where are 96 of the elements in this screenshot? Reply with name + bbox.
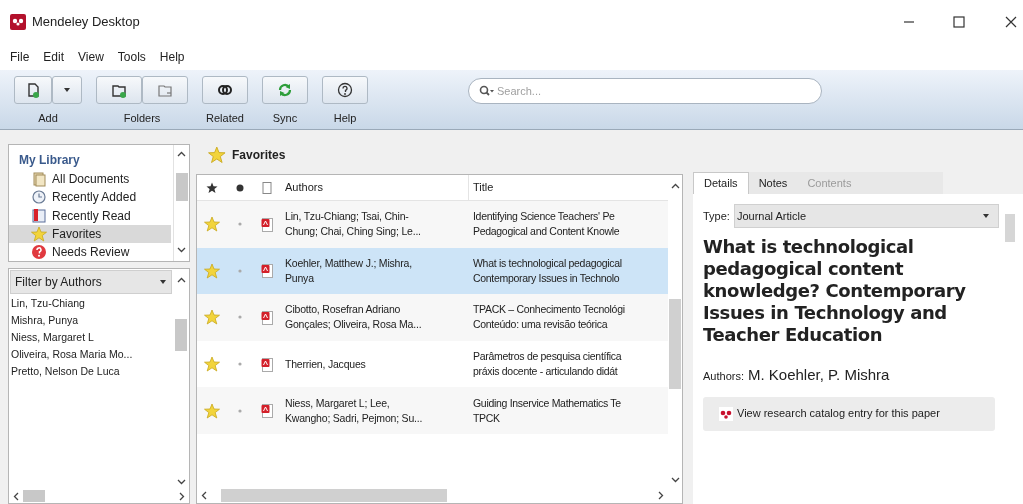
pdf-icon xyxy=(261,356,273,372)
sidebar-item[interactable]: Recently Added xyxy=(9,188,171,207)
remove-folder-icon xyxy=(157,82,173,98)
toolbar-label: Folders xyxy=(123,111,161,126)
pdf-icon xyxy=(261,263,273,279)
maximize-icon[interactable] xyxy=(953,16,965,28)
toolbar-label: Help xyxy=(333,111,357,126)
star-icon[interactable] xyxy=(204,216,220,233)
scrollbar-thumb[interactable] xyxy=(221,488,447,502)
column-header[interactable]: Title xyxy=(469,179,668,196)
author-filter-item[interactable]: Oliveira, Rosa Maria Mo... xyxy=(9,346,173,363)
scrollbar-thumb[interactable] xyxy=(1005,214,1015,242)
table-row[interactable]: Niess, Margaret L; Lee, Kwangho; Sadri, Pejmon; Su... Guiding Inservice Mathematics Te TPCK xyxy=(197,387,668,434)
field-label: Type: xyxy=(703,208,730,224)
sync-icon xyxy=(277,82,293,98)
sidebar-item[interactable]: Recently Read xyxy=(9,206,171,225)
table-row[interactable]: Lin, Tzu-Chiang; Tsai, Chin- Chung; Chai, Ching Sing; Le... Identifying Science Teachers' Pe Pedagogical and Content Knowle xyxy=(197,201,668,248)
overlapping-circles-icon xyxy=(217,82,233,98)
table-cell-text: Cibotto, Rosefran Adriano Gonçales; Oliveira, Rosa Ma... xyxy=(284,302,423,333)
book-icon xyxy=(31,207,47,224)
table-row[interactable]: Koehler, Matthew J.; Mishra, Punya What is technological pedagogical Contemporary Issues in Technolo xyxy=(197,247,668,295)
table-cell-text: TPACK – Conhecimento Tecnológi Conteúdo: uma revisão teórica xyxy=(472,302,626,333)
tab[interactable]: Details xyxy=(693,172,749,194)
star-icon xyxy=(206,181,218,194)
close-icon[interactable] xyxy=(1005,16,1017,28)
help-button[interactable] xyxy=(322,76,368,104)
star-icon[interactable] xyxy=(204,309,220,326)
dot-icon xyxy=(238,222,242,227)
star-icon[interactable] xyxy=(204,402,220,419)
app-logo-icon xyxy=(719,406,733,421)
table-cell-text: Lin, Tzu-Chiang; Tsai, Chin- Chung; Chai, Ching Sing; Le... xyxy=(284,209,422,240)
toolbar-label: Related xyxy=(206,111,244,126)
field-label: Authors: xyxy=(703,369,744,384)
scrollbar-thumb[interactable] xyxy=(669,299,681,389)
column-header[interactable]: Authors xyxy=(281,175,469,200)
add-button[interactable] xyxy=(14,76,52,104)
table-cell-text: Parâmetros de pesquisa científica práxis docente - articulando didát xyxy=(472,349,623,380)
table-cell-text: Guiding Inservice Mathematics Te TPCK xyxy=(472,395,622,426)
sync-button[interactable] xyxy=(262,76,308,104)
catalog-button[interactable]: View research catalog entry for this paper xyxy=(703,396,995,431)
pdf-icon xyxy=(261,216,273,232)
documents-icon xyxy=(31,171,47,188)
add-folder-button[interactable] xyxy=(96,76,142,104)
search-icon xyxy=(479,85,495,97)
dot-icon xyxy=(238,362,242,367)
dot-icon xyxy=(236,183,244,192)
caret-icon xyxy=(159,278,167,286)
dot-icon xyxy=(238,268,242,273)
author-filter-item[interactable]: Niess, Margaret L xyxy=(9,329,173,346)
menu-item[interactable]: Help xyxy=(159,48,185,66)
table-cell-text: Koehler, Matthew J.; Mishra, Punya xyxy=(284,255,413,286)
filter-dropdown[interactable]: Filter by Authors xyxy=(10,270,172,294)
sidebar-item[interactable]: All Documents xyxy=(9,170,171,189)
toolbar-label: Add xyxy=(38,111,58,126)
star-icon xyxy=(31,225,47,242)
caret-icon xyxy=(63,86,71,94)
sidebar-item[interactable]: Needs Review xyxy=(9,242,171,261)
help-icon xyxy=(337,82,353,98)
window-title: Mendeley Desktop xyxy=(32,13,140,32)
section-title: My Library xyxy=(18,152,81,169)
pdf-icon xyxy=(261,403,273,419)
scrollbar-thumb[interactable] xyxy=(175,319,187,351)
author-filter-item[interactable]: Pretto, Nelson De Luca xyxy=(9,363,173,380)
dot-icon xyxy=(238,315,242,320)
app-logo-icon xyxy=(10,14,26,30)
menu-item[interactable]: View xyxy=(78,48,104,66)
caret-icon xyxy=(982,212,990,220)
table-cell-text: Therrien, Jacques xyxy=(284,356,367,372)
menu-item[interactable]: File xyxy=(10,48,30,66)
list-title: Favorites xyxy=(232,147,286,164)
author-filter-item[interactable]: Lin, Tzu-Chiang xyxy=(9,295,173,312)
sidebar-item[interactable]: Favorites xyxy=(9,224,171,243)
toolbar-label: Sync xyxy=(272,111,298,126)
star-icon xyxy=(208,146,226,164)
authors-text: M. Koehler, P. Mishra xyxy=(747,365,890,385)
menu-item[interactable]: Edit xyxy=(43,48,65,66)
document-title: What is technological pedagogical content knowledge? Contemporary Issues in Technology and Teacher Education xyxy=(703,236,967,346)
star-icon[interactable] xyxy=(204,356,220,373)
pdf-icon xyxy=(261,310,273,325)
scrollbar-thumb[interactable] xyxy=(175,173,188,201)
type-dropdown[interactable]: Journal Article xyxy=(733,204,999,228)
author-filter-item[interactable]: Mishra, Punya xyxy=(9,312,173,329)
scrollbar[interactable] xyxy=(173,145,189,261)
clock-icon xyxy=(31,189,47,206)
dot-icon xyxy=(238,408,242,413)
table-cell-text: Niess, Margaret L; Lee, Kwangho; Sadri, Pejmon; Su... xyxy=(284,395,424,426)
table-cell-text: What is technological pedagogical Contemporary Issues in Technolo xyxy=(472,255,623,286)
table-row[interactable]: Cibotto, Rosefran Adriano Gonçales; Oliveira, Rosa Ma... TPACK – Conhecimento Tecnológi Conteúdo: uma revisão teórica xyxy=(197,294,668,341)
add-document-icon xyxy=(25,82,41,98)
star-icon[interactable] xyxy=(204,262,220,279)
menu-item[interactable]: Tools xyxy=(117,48,146,66)
related-button[interactable] xyxy=(202,76,248,104)
scrollbar-thumb[interactable] xyxy=(23,490,45,502)
table-cell-text: Identifying Science Teachers' Pe Pedagogical and Content Knowle xyxy=(472,209,621,240)
add-folder-icon xyxy=(111,82,127,98)
document-icon xyxy=(262,181,272,194)
